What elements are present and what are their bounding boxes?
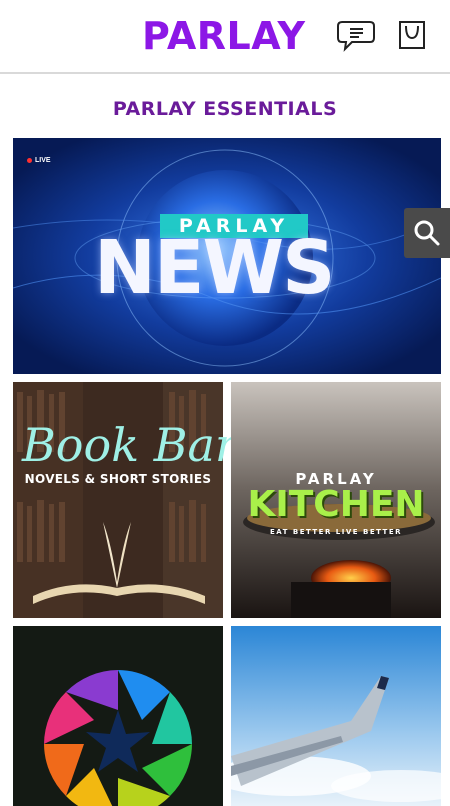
live-indicator: LIVE	[27, 157, 51, 164]
tile-travel[interactable]	[231, 626, 441, 806]
brand-logo[interactable]: PARLAY	[142, 14, 306, 58]
shopping-bag-icon[interactable]	[394, 18, 434, 54]
book-bar-title: Book Bar	[22, 418, 237, 472]
kitchen-title: KITCHEN	[247, 484, 425, 525]
book-bar-subtitle: NOVELS & SHORT STORIES	[24, 472, 212, 486]
kitchen-tagline: EAT BETTER LIVE BETTER	[269, 528, 402, 536]
search-icon	[414, 220, 440, 246]
app-header: PARLAY	[0, 0, 450, 74]
tile-community[interactable]	[13, 626, 223, 806]
search-button[interactable]	[404, 208, 450, 258]
section-title: PARLAY ESSENTIALS	[112, 98, 338, 120]
chat-bubble-icon[interactable]	[336, 18, 376, 54]
news-title: NEWS	[94, 225, 335, 311]
